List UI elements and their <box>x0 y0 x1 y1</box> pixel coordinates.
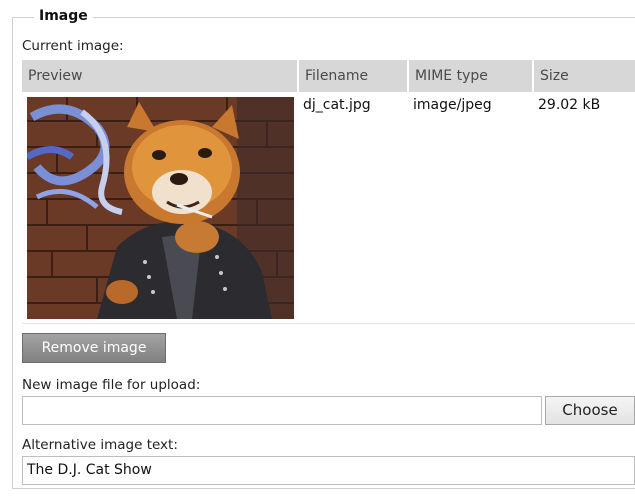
upload-label: New image file for upload: <box>22 377 201 393</box>
alt-text-input[interactable]: The D.J. Cat Show <box>22 456 635 485</box>
column-header-size: Size <box>532 60 635 92</box>
image-preview <box>27 97 294 319</box>
cell-mime-type: image/jpeg <box>413 97 492 113</box>
choose-file-button[interactable]: Choose <box>545 396 635 425</box>
table-row-divider <box>22 323 635 324</box>
current-image-label: Current image: <box>22 38 124 54</box>
cell-filename: dj_cat.jpg <box>303 97 371 113</box>
remove-image-button[interactable]: Remove image <box>22 333 166 363</box>
column-header-preview: Preview <box>28 68 83 84</box>
column-header-mime-type: MIME type <box>407 60 532 92</box>
column-header-filename: Filename <box>297 60 407 92</box>
alt-text-label: Alternative image text: <box>22 437 178 453</box>
upload-file-field[interactable] <box>22 396 542 425</box>
fieldset-legend: Image <box>34 8 93 24</box>
cell-size: 29.02 kB <box>538 97 601 113</box>
image-table-header: Preview Filename MIME type Size <box>22 60 635 92</box>
